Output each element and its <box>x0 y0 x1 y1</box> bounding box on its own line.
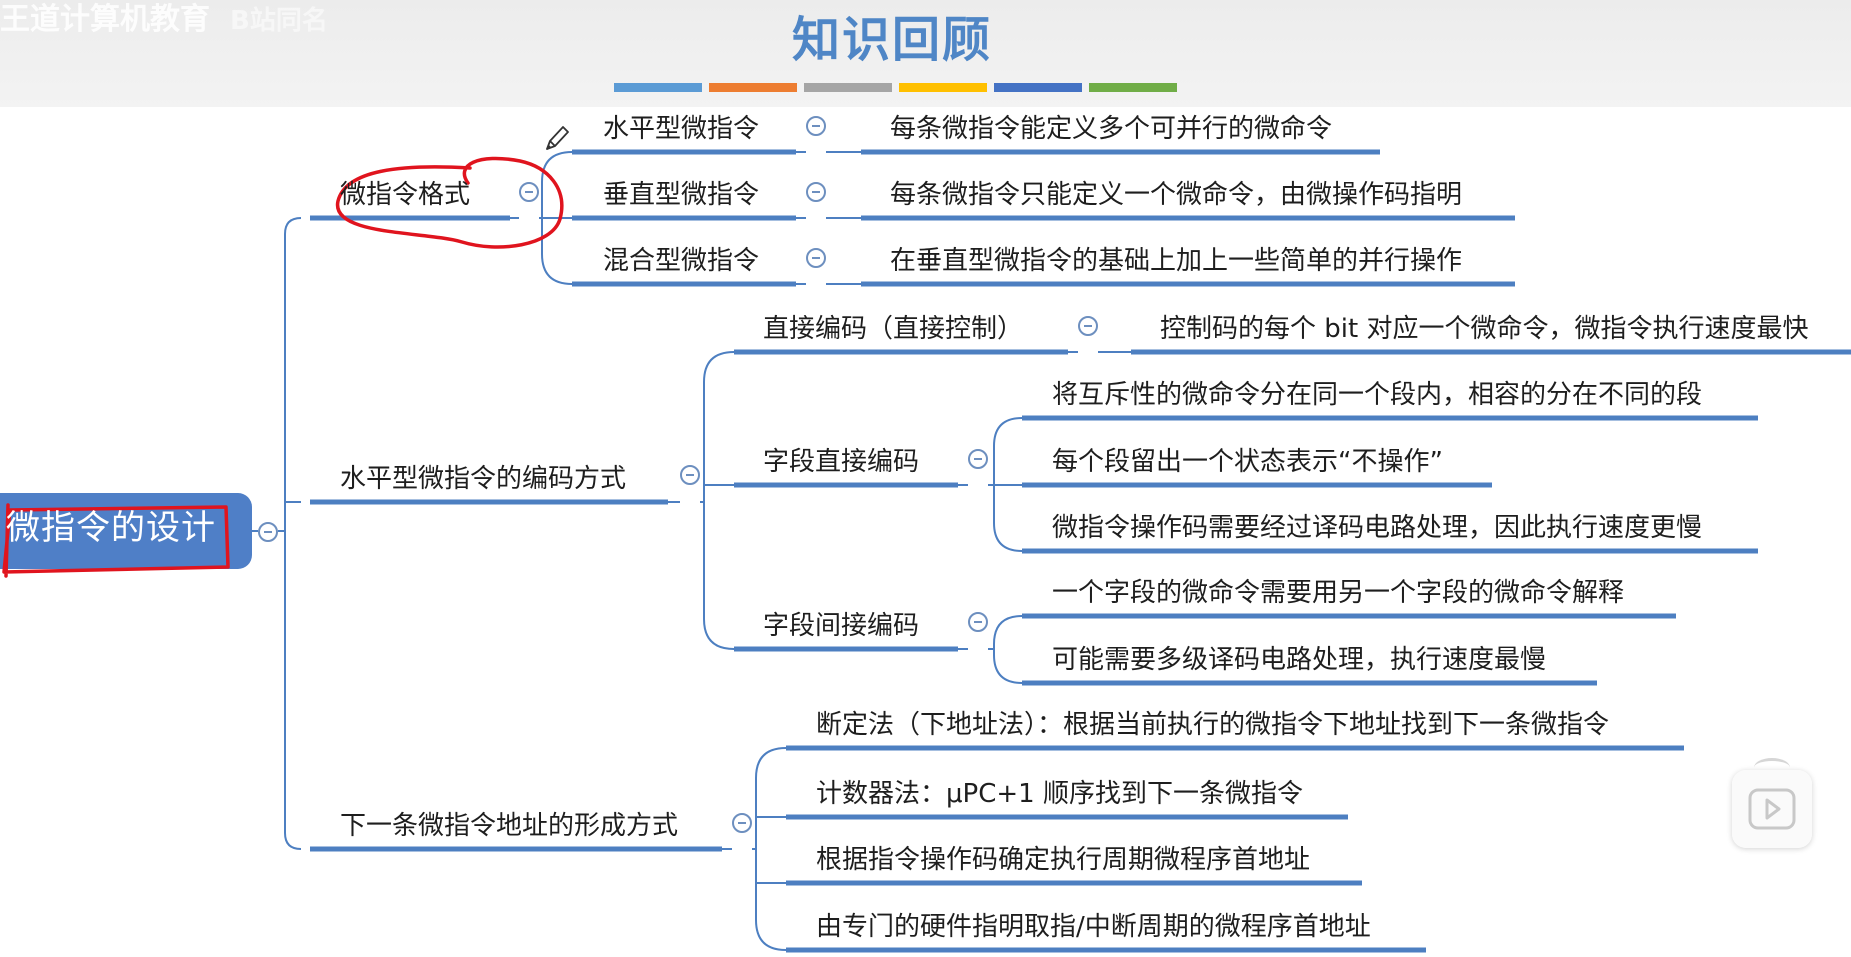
collapse-toggle-icon[interactable] <box>732 813 752 833</box>
branch-label-format: 微指令格式 <box>340 180 471 210</box>
collapse-toggle-icon[interactable] <box>258 522 278 542</box>
root-node-label: 微指令的设计 <box>6 508 216 548</box>
encoding-note: 微指令操作码需要经过译码电路处理，因此执行速度更慢 <box>1052 513 1703 543</box>
collapse-toggle-icon[interactable] <box>680 465 700 485</box>
collapse-toggle-icon[interactable] <box>806 116 826 136</box>
connector <box>993 615 1023 684</box>
next-address-method-label: 根据指令操作码确定执行周期微程序首地址 <box>816 845 1311 875</box>
pencil-icon <box>546 126 569 150</box>
connector <box>284 217 302 850</box>
next-address-method-label: 断定法（下地址法）：根据当前执行的微指令下地址找到下一条微指令 <box>816 710 1610 740</box>
format-type-note: 每条微指令只能定义一个微命令，由微操作码指明 <box>890 180 1463 210</box>
format-type-note: 每条微指令能定义多个可并行的微命令 <box>890 114 1333 144</box>
encoding-note: 一个字段的微命令需要用另一个字段的微命令解释 <box>1052 578 1625 608</box>
video-play-button[interactable] <box>1732 758 1812 848</box>
connector <box>703 351 735 650</box>
next-address-method-label: 由专门的硬件指明取指/中断周期的微程序首地址 <box>816 912 1371 942</box>
play-icon <box>1748 788 1796 830</box>
collapse-toggle-icon[interactable] <box>968 612 988 632</box>
encoding-method-label: 字段间接编码 <box>763 611 920 641</box>
next-address-method-label: 计数器法：μPC+1 顺序找到下一条微指令 <box>816 779 1303 809</box>
branch-label-encoding: 水平型微指令的编码方式 <box>340 464 627 494</box>
encoding-method-label: 字段直接编码 <box>763 447 920 477</box>
collapse-toggle-icon[interactable] <box>806 182 826 202</box>
branch-label-next-address: 下一条微指令地址的形成方式 <box>340 811 679 841</box>
format-type-label: 水平型微指令 <box>603 114 760 144</box>
encoding-note: 将互斥性的微命令分在同一个段内，相容的分在不同的段 <box>1052 380 1703 410</box>
encoding-note: 控制码的每个 bit 对应一个微命令，微指令执行速度最快 <box>1160 314 1809 344</box>
collapse-toggle-icon[interactable] <box>1078 316 1098 336</box>
format-type-label: 垂直型微指令 <box>603 180 760 210</box>
format-type-note: 在垂直型微指令的基础上加上一些简单的并行操作 <box>890 246 1463 276</box>
encoding-note: 可能需要多级译码电路处理，执行速度最慢 <box>1052 645 1547 675</box>
collapse-toggle-icon[interactable] <box>968 449 988 469</box>
encoding-method-label: 直接编码（直接控制） <box>763 314 1024 344</box>
encoding-note: 每个段留出一个状态表示“不操作” <box>1052 447 1443 477</box>
collapse-toggle-icon[interactable] <box>519 182 539 202</box>
format-type-label: 混合型微指令 <box>603 246 760 276</box>
collapse-toggle-icon[interactable] <box>806 248 826 268</box>
connector <box>755 747 787 951</box>
